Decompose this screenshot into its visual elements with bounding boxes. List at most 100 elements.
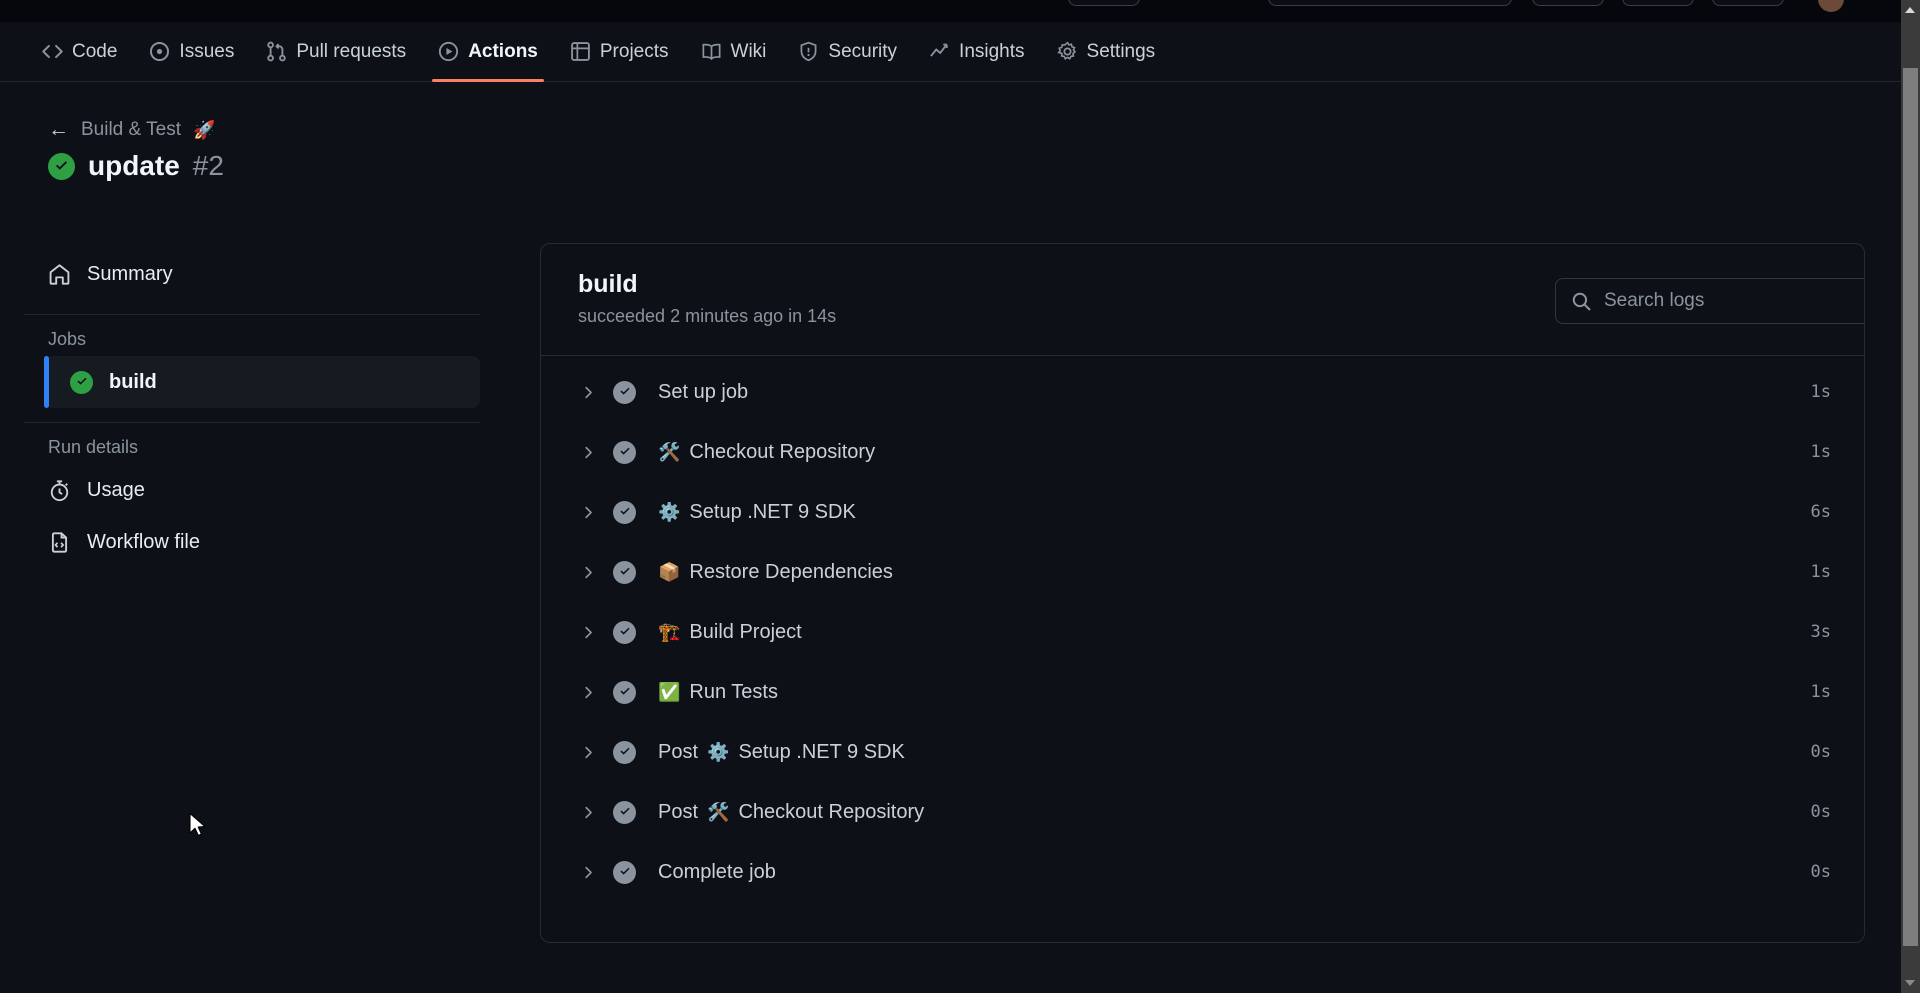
step-duration: 6s bbox=[1811, 502, 1831, 522]
repo-navigation: Code Issues Pull requests Actions Projec… bbox=[0, 22, 1920, 82]
step-duration: 1s bbox=[1811, 682, 1831, 702]
back-arrow-icon[interactable]: ← bbox=[48, 118, 69, 142]
sidebar-run-details-heading: Run details bbox=[24, 437, 480, 458]
step-row[interactable]: Complete job 0s bbox=[541, 842, 1864, 902]
step-row[interactable]: Set up job 1s bbox=[541, 362, 1864, 422]
file-code-icon bbox=[48, 531, 71, 554]
chevron-right-icon[interactable] bbox=[581, 685, 603, 700]
avatar bbox=[1818, 0, 1844, 12]
nav-item-pull-requests[interactable]: Pull requests bbox=[252, 22, 420, 82]
chevron-right-icon[interactable] bbox=[581, 385, 603, 400]
step-duration: 1s bbox=[1811, 442, 1831, 462]
step-duration: 1s bbox=[1811, 382, 1831, 402]
step-row[interactable]: ⚙️ Setup .NET 9 SDK 6s bbox=[541, 482, 1864, 542]
building-construction-icon: 🏗️ bbox=[658, 622, 680, 643]
nav-item-code[interactable]: Code bbox=[28, 22, 131, 82]
nav-item-projects[interactable]: Projects bbox=[556, 22, 683, 82]
sidebar-divider bbox=[24, 314, 480, 315]
step-name: Post 🛠️ Checkout Repository bbox=[658, 801, 924, 824]
step-status-success-icon bbox=[613, 501, 636, 524]
step-status-success-icon bbox=[613, 621, 636, 644]
step-row[interactable]: 🏗️Build Project 3s bbox=[541, 602, 1864, 662]
step-label: Complete job bbox=[658, 861, 776, 884]
mouse-cursor bbox=[188, 812, 208, 840]
rocket-icon: 🚀 bbox=[193, 120, 215, 141]
book-icon bbox=[701, 41, 722, 62]
scroll-down-arrow-icon[interactable] bbox=[1905, 980, 1915, 986]
step-label-prefix: Post bbox=[658, 801, 698, 824]
scrollbar-thumb[interactable] bbox=[1903, 68, 1918, 946]
step-label: Set up job bbox=[658, 381, 748, 404]
nav-item-actions[interactable]: Actions bbox=[424, 22, 552, 82]
step-status-success-icon bbox=[613, 561, 636, 584]
job-log-header: build succeeded 2 minutes ago in 14s bbox=[541, 244, 1864, 356]
step-label: Run Tests bbox=[689, 681, 778, 704]
nav-label: Wiki bbox=[731, 41, 767, 63]
nav-item-insights[interactable]: Insights bbox=[915, 22, 1038, 82]
nav-label: Projects bbox=[600, 41, 669, 63]
nav-label: Actions bbox=[468, 41, 538, 63]
sidebar-item-label: Summary bbox=[87, 263, 173, 286]
step-label: Setup .NET 9 SDK bbox=[689, 501, 855, 524]
nav-item-settings[interactable]: Settings bbox=[1043, 22, 1170, 82]
sidebar-item-label: Usage bbox=[87, 479, 145, 502]
nav-item-security[interactable]: Security bbox=[784, 22, 911, 82]
step-name: 🛠️ Checkout Repository bbox=[658, 441, 875, 464]
step-status-success-icon bbox=[613, 381, 636, 404]
sidebar-divider bbox=[24, 422, 480, 423]
step-label: Checkout Repository bbox=[689, 441, 875, 464]
step-name: ✅Run Tests bbox=[658, 681, 778, 704]
chevron-right-icon[interactable] bbox=[581, 565, 603, 580]
chevron-right-icon[interactable] bbox=[581, 505, 603, 520]
issue-opened-icon bbox=[149, 41, 170, 62]
chevron-right-icon[interactable] bbox=[581, 445, 603, 460]
gear-emoji-icon: ⚙️ bbox=[658, 502, 680, 523]
step-label: Checkout Repository bbox=[738, 801, 924, 824]
step-status-success-icon bbox=[613, 861, 636, 884]
nav-item-issues[interactable]: Issues bbox=[135, 22, 248, 82]
step-row[interactable]: ✅Run Tests 1s bbox=[541, 662, 1864, 722]
search-logs-input[interactable] bbox=[1604, 290, 1865, 312]
sidebar-item-job-build[interactable]: build bbox=[44, 356, 480, 408]
step-label-prefix: Post bbox=[658, 741, 698, 764]
step-name: 🏗️Build Project bbox=[658, 621, 802, 644]
nav-label: Code bbox=[72, 41, 117, 63]
step-name: Complete job bbox=[658, 861, 776, 884]
step-name: 📦Restore Dependencies bbox=[658, 561, 893, 584]
step-status-success-icon bbox=[613, 801, 636, 824]
hammer-and-wrench-icon: 🛠️ bbox=[707, 802, 729, 823]
chevron-right-icon[interactable] bbox=[581, 865, 603, 880]
page-title: update bbox=[88, 150, 180, 182]
chrome-tab-partial bbox=[1712, 0, 1784, 6]
scroll-up-arrow-icon[interactable] bbox=[1905, 7, 1915, 13]
page-scrollbar[interactable] bbox=[1901, 0, 1920, 993]
nav-label: Pull requests bbox=[296, 41, 406, 63]
chevron-right-icon[interactable] bbox=[581, 745, 603, 760]
step-row[interactable]: Post⚙️Setup .NET 9 SDK 0s bbox=[541, 722, 1864, 782]
step-row[interactable]: Post 🛠️ Checkout Repository 0s bbox=[541, 782, 1864, 842]
search-logs-box[interactable] bbox=[1555, 278, 1865, 324]
step-row[interactable]: 📦Restore Dependencies 1s bbox=[541, 542, 1864, 602]
hammer-and-wrench-icon: 🛠️ bbox=[658, 442, 680, 463]
sidebar-item-usage[interactable]: Usage bbox=[24, 464, 480, 516]
nav-label: Security bbox=[828, 41, 897, 63]
status-success-icon bbox=[48, 153, 75, 180]
step-list: Set up job 1s 🛠️ Checkout Repository 1s ⚙… bbox=[541, 356, 1864, 902]
stopwatch-icon bbox=[48, 479, 71, 502]
gear-emoji-icon: ⚙️ bbox=[707, 742, 729, 763]
job-status-text: succeeded 2 minutes ago in 14s bbox=[578, 306, 836, 327]
step-status-success-icon bbox=[613, 681, 636, 704]
graph-icon bbox=[929, 41, 950, 62]
table-icon bbox=[570, 41, 591, 62]
step-row[interactable]: 🛠️ Checkout Repository 1s bbox=[541, 422, 1864, 482]
sidebar-item-summary[interactable]: Summary bbox=[24, 248, 480, 300]
chevron-right-icon[interactable] bbox=[581, 625, 603, 640]
chevron-right-icon[interactable] bbox=[581, 805, 603, 820]
nav-item-wiki[interactable]: Wiki bbox=[687, 22, 781, 82]
step-name: Post⚙️Setup .NET 9 SDK bbox=[658, 741, 905, 764]
sidebar-item-workflow-file[interactable]: Workflow file bbox=[24, 516, 480, 568]
chrome-tab-partial bbox=[1532, 0, 1604, 6]
chrome-tab-partial bbox=[1068, 0, 1140, 6]
step-duration: 0s bbox=[1811, 802, 1831, 822]
breadcrumb[interactable]: ← Build & Test 🚀 bbox=[48, 118, 215, 142]
